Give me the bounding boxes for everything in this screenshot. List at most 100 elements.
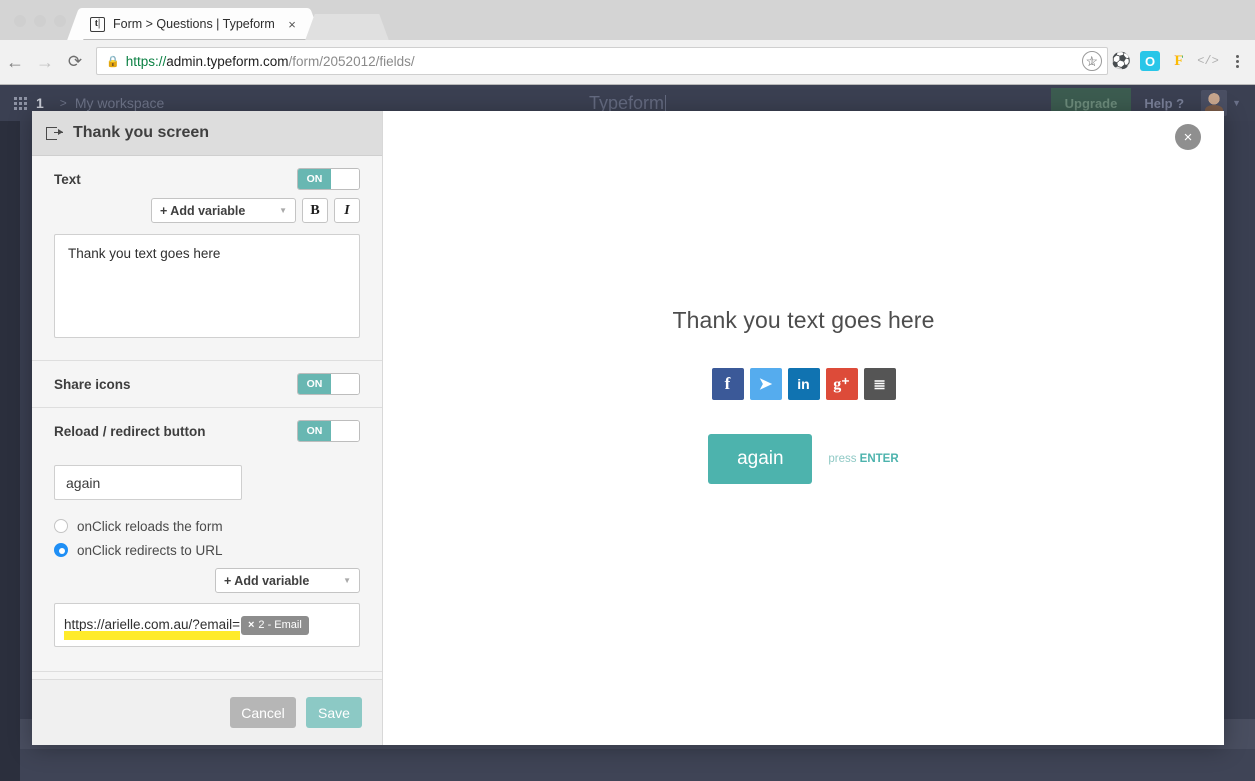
- chip-label: 2 - Email: [258, 619, 302, 631]
- back-button[interactable]: ←: [0, 52, 30, 73]
- url-scheme: https://: [125, 53, 167, 69]
- redirect-url-input[interactable]: https://arielle.com.au/?email= × 2 - Ema…: [54, 603, 360, 647]
- save-button[interactable]: Save: [306, 697, 362, 728]
- reload-redirect-header: Reload / redirect button ON: [32, 408, 382, 454]
- italic-button[interactable]: I: [334, 198, 360, 223]
- form-preview: × Thank you text goes here f ➤ in g⁺ ≣ a…: [383, 111, 1224, 745]
- radio-redirect-url[interactable]: onClick redirects to URL: [32, 538, 382, 562]
- info-icon[interactable]: i: [1082, 51, 1102, 71]
- close-window-button[interactable]: [14, 15, 26, 27]
- breadcrumb-chevron-icon: >: [59, 96, 67, 110]
- workspace-grid-icon[interactable]: [14, 96, 27, 110]
- add-variable-label-text: + Add variable: [160, 203, 246, 218]
- minimize-window-button[interactable]: [34, 15, 46, 27]
- share-icons-section: Share icons ON: [32, 361, 382, 407]
- browser-tabstrip: t| Form > Questions | Typeform ×: [0, 0, 1255, 40]
- reload-redirect-toggle-knob: [331, 421, 359, 441]
- menu-kebab-icon[interactable]: [1227, 51, 1247, 71]
- reload-button[interactable]: ⟳: [60, 52, 90, 72]
- preview-share-row: f ➤ in g⁺ ≣: [711, 368, 896, 400]
- text-section: Text ON + Add variable ▼ B I Thank you t…: [32, 156, 382, 360]
- radio-reload-form[interactable]: onClick reloads the form: [32, 514, 382, 538]
- panel-body: Text ON + Add variable ▼ B I Thank you t…: [32, 156, 382, 679]
- maximize-window-button[interactable]: [54, 15, 66, 27]
- title-caret: [665, 94, 667, 112]
- typeform-sidebar: [0, 121, 20, 781]
- share-icons-label: Share icons: [54, 376, 131, 392]
- preview-stage: Thank you text goes here f ➤ in g⁺ ≣ aga…: [383, 307, 1224, 484]
- code-icon[interactable]: </>: [1197, 51, 1219, 71]
- browser-tab-active[interactable]: t| Form > Questions | Typeform ×: [82, 8, 307, 40]
- new-tab-button[interactable]: [318, 14, 376, 40]
- text-toggle[interactable]: ON: [297, 168, 360, 190]
- divider: [32, 671, 382, 672]
- share-icons-toggle[interactable]: ON: [297, 373, 360, 395]
- googleplus-share-icon[interactable]: g⁺: [825, 368, 858, 400]
- radio-reload-form-control[interactable]: [54, 519, 68, 533]
- opera-icon[interactable]: O: [1140, 51, 1160, 71]
- url-path: /form/2052012/fields/: [288, 53, 415, 69]
- workspace-count: 1: [36, 95, 44, 111]
- radio-reload-form-label: onClick reloads the form: [77, 518, 223, 534]
- radio-redirect-url-label: onClick redirects to URL: [77, 542, 223, 558]
- preview-enter-hint: press ENTER: [828, 453, 898, 465]
- address-bar[interactable]: 🔒 https://admin.typeform.com/form/205201…: [96, 47, 1108, 75]
- buffer-share-icon[interactable]: ≣: [863, 368, 896, 400]
- text-toggle-knob: [331, 169, 359, 189]
- reload-redirect-section: Reload / redirect button ON again onClic…: [32, 408, 382, 671]
- hint-prefix: press: [828, 453, 860, 465]
- hint-key: ENTER: [859, 453, 899, 465]
- reload-redirect-toggle-state: ON: [298, 421, 331, 441]
- redirect-url-value: https://arielle.com.au/?email=: [64, 616, 240, 640]
- button-text-input[interactable]: again: [54, 465, 242, 500]
- chevron-down-icon: ▼: [279, 206, 287, 215]
- text-toolbar: + Add variable ▼ B I: [32, 198, 382, 223]
- text-section-header: Text ON: [32, 156, 382, 202]
- url-toolbar: + Add variable ▼: [32, 568, 382, 593]
- forward-button[interactable]: →: [30, 52, 60, 73]
- preview-cta-button[interactable]: again: [708, 434, 813, 484]
- close-icon[interactable]: ×: [1175, 124, 1201, 150]
- panel-header: Thank you screen: [32, 111, 382, 156]
- share-icons-toggle-knob: [331, 374, 359, 394]
- address-bar-url: https://admin.typeform.com/form/2052012/…: [126, 54, 415, 69]
- browser-chrome: t| Form > Questions | Typeform × ← → ⟳ 🔒…: [0, 0, 1255, 85]
- preview-heading: Thank you text goes here: [672, 307, 935, 333]
- chevron-down-icon: ▼: [343, 576, 351, 585]
- text-section-label: Text: [54, 171, 81, 187]
- cancel-button[interactable]: Cancel: [230, 697, 296, 728]
- window-traffic-lights[interactable]: [14, 15, 66, 27]
- breadcrumb-workspace[interactable]: My workspace: [75, 95, 164, 111]
- bold-button[interactable]: B: [302, 198, 328, 223]
- add-variable-dropdown-text[interactable]: + Add variable ▼: [151, 198, 296, 223]
- twitter-share-icon[interactable]: ➤: [749, 368, 782, 400]
- share-icons-header: Share icons ON: [32, 361, 382, 407]
- add-variable-dropdown-url[interactable]: + Add variable ▼: [215, 568, 360, 593]
- variable-chip-email[interactable]: × 2 - Email: [240, 615, 309, 635]
- form-title-text: Typeform: [588, 92, 665, 113]
- reload-redirect-label: Reload / redirect button: [54, 423, 206, 439]
- fontface-icon[interactable]: F: [1169, 51, 1189, 71]
- panel-title: Thank you screen: [73, 124, 210, 141]
- close-tab-icon[interactable]: ×: [285, 17, 299, 32]
- exit-screen-icon: [46, 126, 63, 140]
- thank-you-text-textarea[interactable]: Thank you text goes here: [54, 234, 360, 338]
- add-variable-label-url: + Add variable: [224, 573, 310, 588]
- share-icons-toggle-state: ON: [298, 374, 331, 394]
- thank-you-screen-modal: Thank you screen Text ON + Add variable: [32, 111, 1224, 745]
- linkedin-share-icon[interactable]: in: [787, 368, 820, 400]
- url-host: admin.typeform.com: [166, 53, 289, 69]
- chip-remove-icon[interactable]: ×: [248, 619, 254, 631]
- radio-redirect-url-control[interactable]: [54, 543, 68, 557]
- panel-footer: Cancel Save: [32, 679, 382, 745]
- browser-tab-title: Form > Questions | Typeform: [113, 17, 275, 31]
- facebook-share-icon[interactable]: f: [711, 368, 744, 400]
- chevron-down-icon[interactable]: ▼: [1232, 98, 1241, 108]
- browser-extensions-tray: i ⚽ O F </>: [1082, 47, 1247, 75]
- typeform-footer-strip: [20, 749, 1255, 781]
- sofa-icon[interactable]: ⚽: [1111, 51, 1131, 71]
- typeform-favicon-icon: t|: [90, 16, 105, 32]
- screenshot-root: t| Form > Questions | Typeform × ← → ⟳ 🔒…: [0, 0, 1255, 781]
- reload-redirect-toggle[interactable]: ON: [297, 420, 360, 442]
- settings-panel: Thank you screen Text ON + Add variable: [32, 111, 383, 745]
